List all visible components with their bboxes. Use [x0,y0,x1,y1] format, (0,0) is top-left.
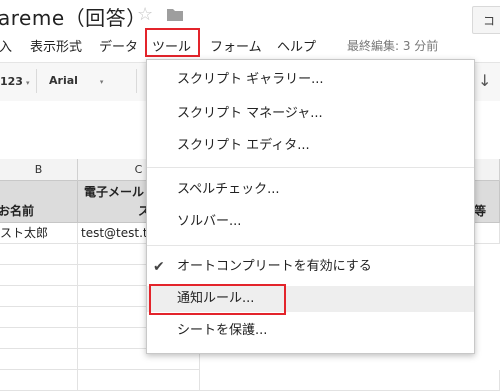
menu-item-script-gallery[interactable]: スクリプト ギャラリー... [147,67,474,93]
menu-item-protect-sheet[interactable]: シートを保護... [147,318,474,344]
number-format-label: 123 [0,75,23,88]
menu-item-spellcheck[interactable]: スペルチェック... [147,177,474,203]
header-email-line1: 電子メール [84,185,145,199]
number-format-dropdown[interactable]: 123 ▾ [0,75,29,88]
menu-item-script-manager[interactable]: スクリプト マネージャ... [147,101,474,127]
header-cell-name[interactable]: お名前 [0,181,78,223]
share-button[interactable]: コ [472,6,500,34]
menu-format[interactable]: 表示形式 [30,36,82,55]
menu-item-solver[interactable]: ソルバー... [147,209,474,235]
toolbar-divider [136,69,137,93]
table-cell[interactable] [0,244,78,265]
toolbar-divider [36,69,37,93]
notification-rules-highlight [149,284,286,315]
header-name-text: お名前 [0,204,35,218]
checkmark-icon: ✔ [153,259,165,275]
tools-menu-highlight [145,28,200,57]
menu-insert[interactable]: 入 [0,36,12,55]
menu-help[interactable]: ヘルプ [277,36,316,55]
cell-name[interactable]: スト太郎 [0,223,78,244]
last-edit-status[interactable]: 最終編集: 3 分前 [347,37,438,54]
menu-divider [147,245,474,246]
table-cell[interactable] [200,370,500,391]
menu-item-autocomplete[interactable]: ✔ オートコンプリートを有効にする [147,254,474,280]
menu-form[interactable]: フォーム [210,36,262,55]
table-cell[interactable] [0,265,78,286]
table-cell[interactable] [0,328,78,349]
table-cell[interactable] [0,286,78,307]
table-cell[interactable] [0,370,78,391]
menu-item-autocomplete-label: オートコンプリートを有効にする [177,259,372,274]
caret-down-icon: ▾ [25,79,30,87]
menu-bar: 入 表示形式 データ ツール フォーム ヘルプ 最終編集: 3 分前 [0,34,500,56]
table-cell[interactable] [0,349,78,370]
caret-down-icon: ▾ [99,78,104,86]
font-label: Arial [49,74,78,87]
header-other-text: 等 [474,204,487,218]
table-cell[interactable] [78,370,200,391]
document-title[interactable]: areme（回答） [0,2,147,31]
menu-data[interactable]: データ [99,36,138,55]
menu-item-script-editor[interactable]: スクリプト エディタ... [147,133,474,159]
arrow-down-icon[interactable]: ↓ [478,71,491,90]
menu-divider [147,167,474,168]
folder-icon[interactable] [167,8,183,21]
table-cell[interactable] [0,307,78,328]
font-dropdown[interactable]: Arial ▾ [49,74,103,87]
column-header-b[interactable]: B [0,159,78,181]
star-icon[interactable]: ☆ [137,4,153,25]
